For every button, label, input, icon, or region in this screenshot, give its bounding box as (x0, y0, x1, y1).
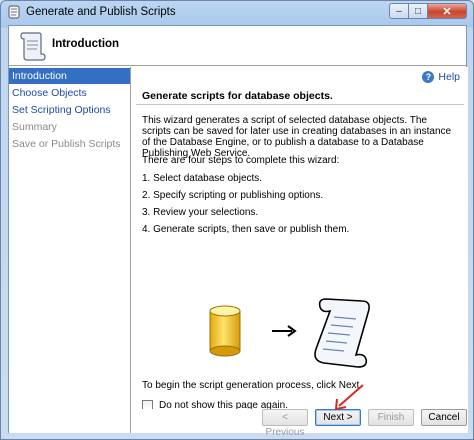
help-label: Help (438, 71, 460, 83)
window-title: Generate and Publish Scripts (26, 6, 176, 18)
wizard-nav: Introduction Choose Objects Set Scriptin… (9, 67, 131, 433)
divider (136, 104, 464, 105)
nav-item-save-or-publish: Save or Publish Scripts (12, 138, 121, 150)
steps-intro: There are four steps to complete this wi… (142, 155, 340, 166)
finish-button[interactable]: Finish (368, 409, 414, 426)
page-title: Introduction (52, 38, 120, 50)
step-3: 3. Review your selections. (142, 207, 259, 218)
annotation-arrow-icon (334, 384, 364, 411)
description-text: This wizard generates a script of select… (142, 115, 452, 159)
close-button[interactable]: ✕ (427, 3, 467, 19)
database-to-script-illustration (209, 298, 370, 368)
scroll-icon (8, 5, 20, 19)
content-pane: ? Help Generate scripts for database obj… (132, 67, 468, 433)
minimize-button[interactable]: – (389, 3, 409, 19)
step-1: 1. Select database objects. (142, 173, 263, 184)
help-icon: ? (422, 71, 435, 83)
cancel-button[interactable]: Cancel (421, 409, 467, 426)
scroll-icon (20, 32, 46, 61)
arrow-right-icon (272, 325, 297, 337)
scroll-document-icon (314, 298, 370, 368)
title-bar: Generate and Publish Scripts – □ ✕ (1, 1, 473, 23)
maximize-button[interactable]: □ (408, 3, 428, 19)
nav-item-choose-objects[interactable]: Choose Objects (9, 85, 130, 101)
database-icon (209, 305, 241, 357)
button-bar: < Previous Next > Finish Cancel (131, 409, 468, 438)
step-4: 4. Generate scripts, then save or publis… (142, 224, 350, 235)
page-header: Introduction (9, 26, 466, 66)
step-2: 2. Specify scripting or publishing optio… (142, 190, 324, 201)
previous-button[interactable]: < Previous (262, 409, 308, 438)
window-controls: – □ ✕ (389, 3, 467, 19)
wizard-client: Introduction Introduction Choose Objects… (8, 25, 468, 438)
wizard-window: Generate and Publish Scripts – □ ✕ Intro… (0, 0, 474, 440)
help-link[interactable]: ? Help (422, 71, 460, 83)
section-heading: Generate scripts for database objects. (142, 90, 333, 102)
nav-item-introduction[interactable]: Introduction (9, 68, 130, 84)
nav-item-set-scripting-options[interactable]: Set Scripting Options (9, 102, 130, 118)
begin-instructions: To begin the script generation process, … (142, 380, 363, 391)
nav-item-summary: Summary (12, 121, 57, 133)
